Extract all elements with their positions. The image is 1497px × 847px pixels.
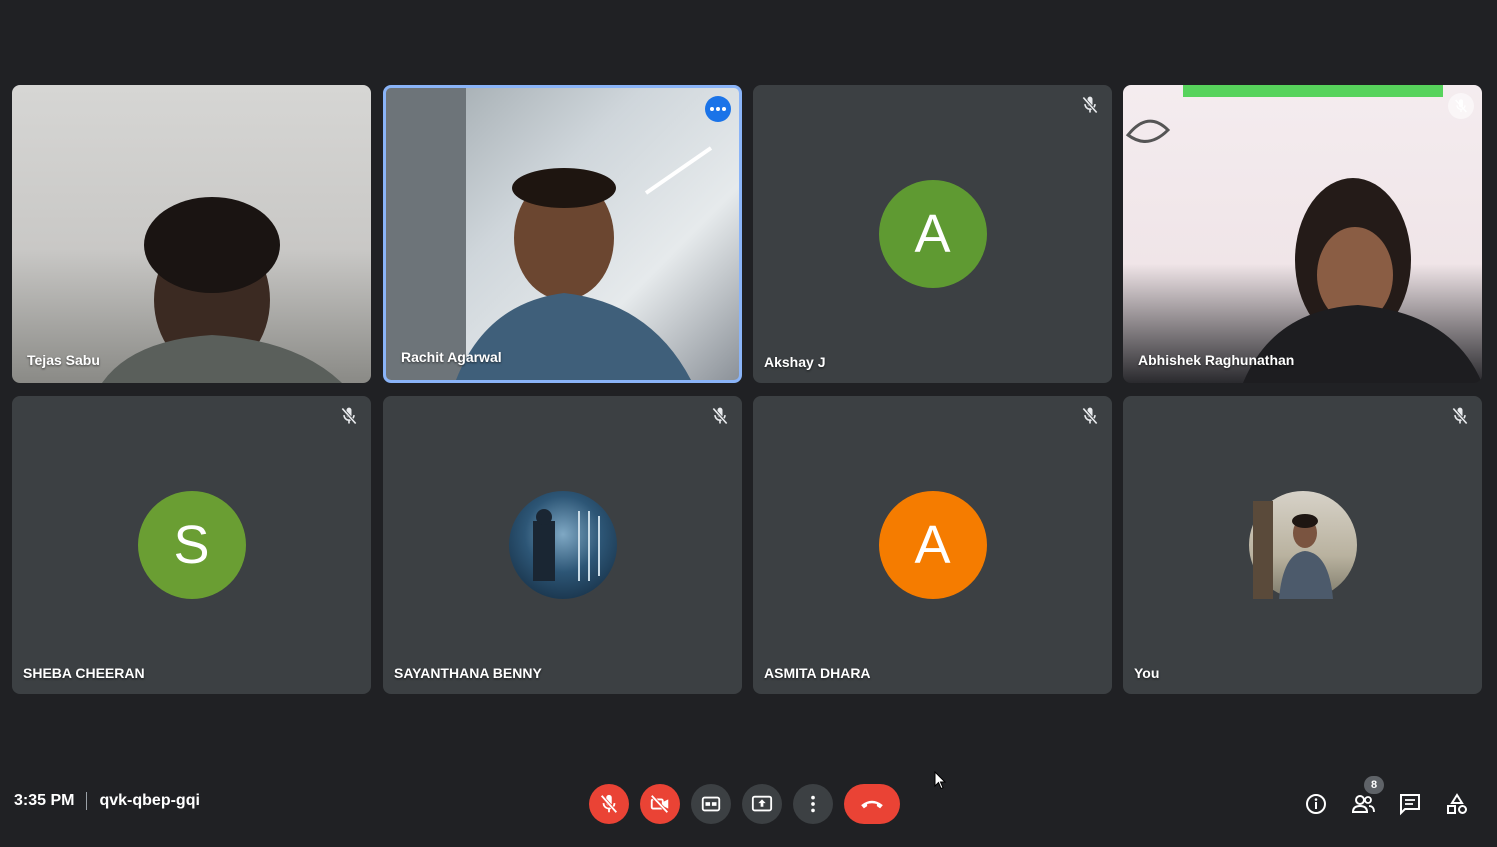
- meeting-details-button[interactable]: [1302, 790, 1330, 818]
- participant-tile-sheba[interactable]: S SHEBA CHEERAN: [12, 396, 371, 694]
- mic-toggle-button[interactable]: [589, 784, 629, 824]
- mic-off-icon: [1448, 93, 1474, 119]
- camera-off-icon: [650, 794, 669, 814]
- participant-name: Tejas Sabu: [27, 352, 100, 368]
- participant-tile-tejas[interactable]: Tejas Sabu: [12, 85, 371, 383]
- captions-icon: [701, 796, 721, 812]
- participant-video: [102, 197, 342, 383]
- people-button[interactable]: [1349, 790, 1377, 818]
- chat-button[interactable]: [1396, 790, 1424, 818]
- avatar: A: [878, 180, 987, 288]
- mic-off-icon: [341, 407, 357, 425]
- participant-tile-sayanthana[interactable]: SAYANTHANA BENNY: [383, 396, 742, 694]
- camera-toggle-button[interactable]: [640, 784, 680, 824]
- participant-video: [386, 88, 713, 380]
- participant-count-badge: 8: [1364, 776, 1384, 794]
- captions-button[interactable]: [691, 784, 731, 824]
- present-screen-button[interactable]: [742, 784, 782, 824]
- participant-name: SAYANTHANA BENNY: [394, 665, 542, 681]
- more-options-button[interactable]: [793, 784, 833, 824]
- activities-icon: [1447, 793, 1467, 814]
- participant-tile-abhishek[interactable]: Abhishek Raghunathan: [1123, 85, 1482, 383]
- participant-tile-asmita[interactable]: A ASMITA DHARA: [753, 396, 1112, 694]
- avatar: S: [137, 491, 246, 599]
- avatar-photo: [1248, 491, 1357, 599]
- leave-call-button[interactable]: [844, 784, 900, 824]
- people-icon: [1351, 795, 1375, 813]
- participant-tile-rachit[interactable]: Rachit Agarwal: [383, 85, 742, 383]
- mic-off-icon: [712, 407, 728, 425]
- meeting-details: 3:35 PM qvk-qbep-gqi: [14, 792, 200, 810]
- participant-grid: Tejas Sabu Rachit Agarwal A Akshay J Abh…: [0, 0, 1497, 847]
- participant-name: Akshay J: [764, 354, 826, 370]
- participant-name: ASMITA DHARA: [764, 665, 871, 681]
- meeting-time: 3:35 PM: [14, 792, 75, 809]
- participant-name: SHEBA CHEERAN: [23, 665, 145, 681]
- activities-button[interactable]: [1443, 790, 1471, 818]
- chat-icon: [1400, 794, 1420, 816]
- mic-off-icon: [1082, 407, 1098, 425]
- participant-video: [1125, 85, 1482, 383]
- divider: [86, 792, 88, 810]
- more-options-icon[interactable]: [705, 96, 731, 122]
- mic-off-icon: [600, 794, 618, 814]
- mic-off-icon: [1082, 96, 1098, 114]
- participant-tile-you[interactable]: You: [1123, 396, 1482, 694]
- participant-name: You: [1134, 665, 1160, 681]
- avatar: A: [878, 491, 987, 599]
- participant-name: Rachit Agarwal: [401, 349, 502, 365]
- avatar-photo: [508, 491, 617, 599]
- meeting-code[interactable]: qvk-qbep-gqi: [99, 792, 199, 810]
- more-vert-icon: [811, 795, 815, 813]
- participant-tile-akshay[interactable]: A Akshay J: [753, 85, 1112, 383]
- present-screen-icon: [751, 795, 773, 812]
- info-icon: [1306, 794, 1326, 814]
- mouse-cursor-icon: [934, 771, 947, 790]
- participant-name: Abhishek Raghunathan: [1138, 352, 1295, 368]
- hang-up-icon: [861, 800, 883, 809]
- mic-off-icon: [1452, 407, 1468, 425]
